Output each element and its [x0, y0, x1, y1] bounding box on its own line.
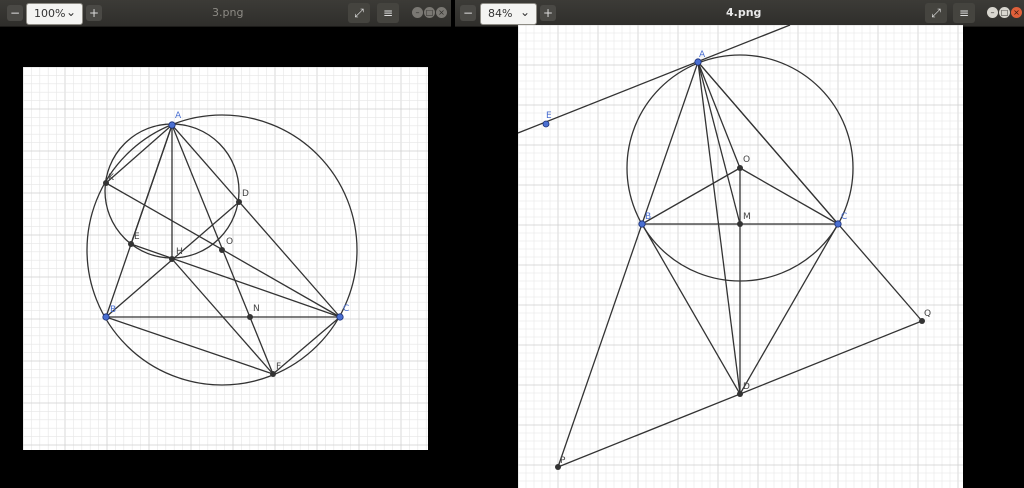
label-c: C [343, 304, 349, 314]
maximize-button[interactable]: □ [999, 7, 1010, 18]
point-o [219, 247, 225, 253]
label-a: A [699, 50, 706, 60]
minus-icon: − [9, 6, 21, 20]
chevron-down-icon: ⌄ [65, 5, 76, 19]
maximize-icon: □ [1000, 8, 1009, 17]
close-button[interactable]: × [1011, 7, 1022, 18]
label-d: D [242, 189, 249, 199]
chevron-down-icon: ⌄ [519, 5, 530, 19]
zoom-dropdown[interactable]: 84% ⌄ [480, 3, 537, 25]
header-bar: − 84% ⌄ + 4.png ⤢ ≡ – □ × [455, 0, 1024, 27]
point-o [737, 165, 743, 171]
minimize-icon: – [415, 8, 420, 17]
close-button[interactable]: × [436, 7, 447, 18]
label-e: E [546, 111, 552, 121]
point-e [542, 120, 550, 128]
minimize-icon: – [990, 8, 995, 17]
fullscreen-button[interactable]: ⤢ [348, 3, 370, 23]
segments [557, 61, 923, 468]
menu-button[interactable]: ≡ [953, 3, 975, 23]
label-k: K [108, 173, 115, 183]
image-canvas: A K D E H O B N C F [23, 67, 428, 450]
label-o: O [226, 237, 233, 247]
window-title: 4.png [726, 6, 762, 19]
menu-button[interactable]: ≡ [377, 3, 399, 23]
expand-icon: ⤢ [931, 6, 941, 20]
label-e: E [134, 232, 140, 242]
label-f: F [276, 362, 281, 372]
label-c: C [841, 212, 847, 222]
minus-icon: − [462, 6, 474, 20]
label-a: A [175, 111, 182, 121]
close-icon: × [1013, 8, 1020, 17]
point-a [168, 121, 176, 129]
zoom-in-button[interactable]: + [86, 5, 102, 21]
geometry-figure: A K D E H O B N C F [23, 67, 428, 450]
plus-icon: + [542, 6, 554, 20]
point-c [336, 313, 344, 321]
hamburger-menu-icon: ≡ [382, 6, 394, 20]
close-icon: × [438, 8, 445, 17]
zoom-value: 84% [488, 7, 513, 20]
point-h [169, 256, 175, 262]
zoom-out-button[interactable]: − [460, 5, 476, 21]
zoom-in-button[interactable]: + [540, 5, 556, 21]
label-n: N [253, 304, 260, 314]
minimize-button[interactable]: – [987, 7, 998, 18]
label-q: Q [924, 309, 931, 319]
zoom-out-button[interactable]: − [7, 5, 23, 21]
zoom-value: 100% [34, 7, 66, 20]
point-b [102, 313, 110, 321]
label-o: O [743, 155, 750, 165]
hamburger-menu-icon: ≡ [958, 6, 970, 20]
fullscreen-button[interactable]: ⤢ [925, 3, 947, 23]
label-d: D [743, 382, 750, 392]
label-m: M [743, 212, 751, 222]
maximize-button[interactable]: □ [424, 7, 435, 18]
label-b: B [645, 212, 651, 222]
zoom-dropdown[interactable]: 100% ⌄ [26, 3, 83, 25]
header-bar: − 100% ⌄ + 3.png ⤢ ≡ – □ × [0, 0, 451, 27]
geometry-figure: A E O M B C Q D P [518, 25, 963, 488]
label-h: H [176, 247, 183, 257]
image-viewer-window-right: − 84% ⌄ + 4.png ⤢ ≡ – □ × A E O M B C Q … [455, 0, 1024, 488]
image-canvas: A E O M B C Q D P [518, 25, 963, 488]
point-d [236, 199, 242, 205]
maximize-icon: □ [425, 8, 434, 17]
window-title: 3.png [212, 6, 244, 19]
image-viewer-window-left: − 100% ⌄ + 3.png ⤢ ≡ – □ × A K D E H O B… [0, 0, 451, 488]
point-n [247, 314, 253, 320]
plus-icon: + [88, 6, 100, 20]
label-p: P [560, 456, 566, 466]
minimize-button[interactable]: – [412, 7, 423, 18]
expand-icon: ⤢ [354, 6, 364, 20]
label-b: B [110, 305, 116, 315]
